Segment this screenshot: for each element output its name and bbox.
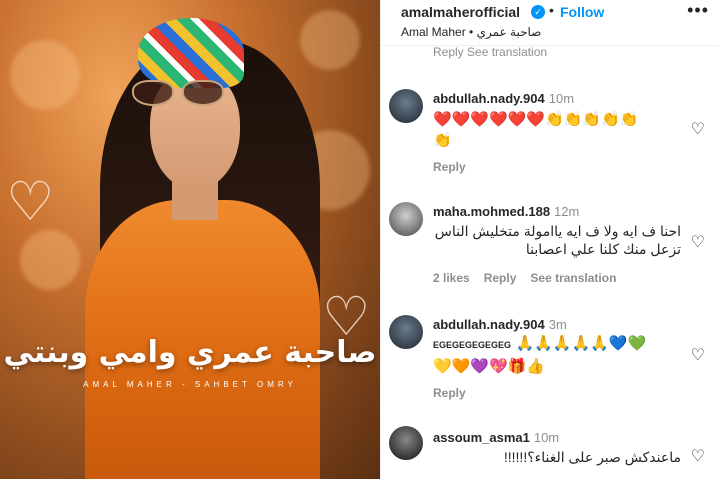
bokeh-light xyxy=(20,230,80,290)
avatar[interactable] xyxy=(389,89,423,123)
comment-time: 3m xyxy=(548,317,567,332)
avatar[interactable] xyxy=(389,315,423,349)
comments-panel: amalmaherofficial ✓ • Follow ••• Amal Ma… xyxy=(380,0,718,479)
bokeh-light xyxy=(300,10,360,70)
comment-actions[interactable]: Reply xyxy=(433,386,480,400)
like-comment-icon[interactable]: ♡ xyxy=(691,345,705,365)
reply-link[interactable]: Reply xyxy=(484,271,517,285)
bokeh-light xyxy=(10,40,80,110)
comment-time: 12m xyxy=(554,204,580,219)
post-image[interactable]: ♡ ♡ صاحبة عمري وامي وبنتي AMAL MAHER - S… xyxy=(0,0,380,479)
comment-item: maha.mohmed.188 12m احنا ف ايه ولا ف ايه … xyxy=(381,198,718,293)
media-subtitle: AMAL MAHER - SAHBET OMRY xyxy=(83,380,297,389)
verified-icon: ✓ xyxy=(531,5,545,19)
comment-time: 10m xyxy=(548,91,575,106)
comment-item: abdullah.nady.904 3m EGEGEGEGEGEG 🙏🙏🙏🙏🙏💙💚… xyxy=(381,311,718,411)
comment-username[interactable]: abdullah.nady.904 3m xyxy=(433,317,567,332)
like-comment-icon[interactable]: ♡ xyxy=(691,119,705,139)
comment-username[interactable]: abdullah.nady.904 10m xyxy=(433,91,574,106)
avatar[interactable] xyxy=(389,202,423,236)
model-headscarf xyxy=(138,18,244,88)
header-separator: • xyxy=(549,2,554,18)
comment-username[interactable]: maha.mohmed.188 12m xyxy=(433,204,579,219)
reply-link[interactable]: Reply xyxy=(433,386,466,400)
header-audio-subtitle[interactable]: Amal Maher • صاحبة عمري xyxy=(401,25,541,39)
heart-outline-icon: ♡ xyxy=(6,170,55,233)
comment-item: assoum_asma1 10m ماعندكش صبر على الغناء؟!… xyxy=(381,424,718,479)
see-translation-link[interactable]: See translation xyxy=(530,271,616,285)
comment-text: احنا ف ايه ولا ف ايه ياامولة متخليش النا… xyxy=(434,223,681,257)
comment-text: ❤️❤️❤️❤️❤️❤️👏👏👏👏👏 👏 xyxy=(433,110,639,149)
likes-count[interactable]: 2 likes xyxy=(433,271,470,285)
reply-link[interactable]: Reply xyxy=(433,160,466,174)
comment-time: 10m xyxy=(533,430,560,445)
partial-comment-actions[interactable]: Reply See translation xyxy=(433,45,547,59)
comment-actions[interactable]: Reply xyxy=(433,160,480,174)
sunglasses xyxy=(132,80,228,106)
media-title: صاحبة عمري وامي وبنتي xyxy=(3,335,377,370)
comment-item: abdullah.nady.904 10m ❤️❤️❤️❤️❤️❤️👏👏👏👏👏 👏… xyxy=(381,85,718,185)
avatar[interactable] xyxy=(389,426,423,460)
post-header: amalmaherofficial ✓ • Follow ••• Amal Ma… xyxy=(381,0,718,46)
more-options-icon[interactable]: ••• xyxy=(687,0,709,21)
comment-text: ماعندكش صبر على الغناء؟!!!!!! xyxy=(503,449,681,465)
comment-text: EGEGEGEGEGEG 🙏🙏🙏🙏🙏💙💚 💛🧡💜💖🎁👍 xyxy=(433,334,647,375)
like-comment-icon[interactable]: ♡ xyxy=(691,232,705,252)
comment-username[interactable]: assoum_asma1 10m xyxy=(433,430,559,445)
follow-button[interactable]: Follow xyxy=(560,4,604,20)
comment-actions: 2 likes Reply See translation xyxy=(433,271,630,285)
header-username[interactable]: amalmaherofficial xyxy=(401,4,520,20)
like-comment-icon[interactable]: ♡ xyxy=(691,446,705,466)
